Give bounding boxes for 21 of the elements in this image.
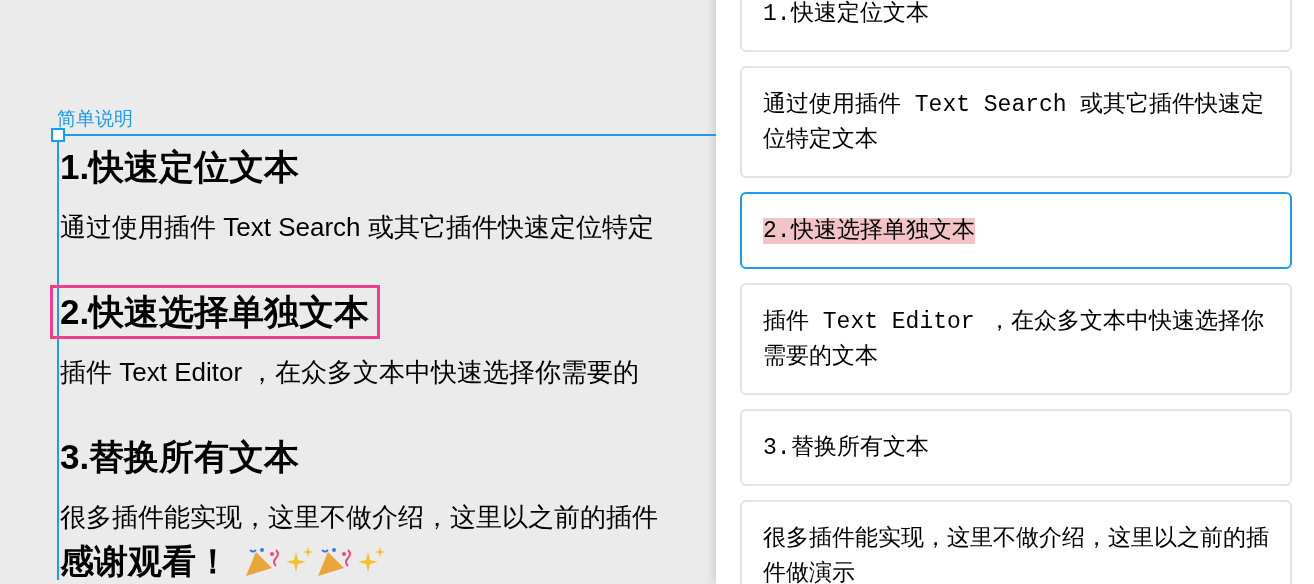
card-text: 通过使用插件 Text Search 或其它插件快速定位特定文本 [763,92,1265,153]
card-text: 很多插件能实现，这里不做介绍，这里以之前的插件做演示 [763,526,1269,584]
text-card[interactable]: 很多插件能实现，这里不做介绍，这里以之前的插件做演示 [740,500,1292,584]
heading-text: 3.替换所有文本 [60,436,300,478]
heading-text: 2.快速选择单独文本 [50,285,381,339]
text-card[interactable]: 2.快速选择单独文本 [740,192,1292,269]
closing-heading: 感谢观看！ [60,542,230,580]
text-card[interactable]: 通过使用插件 Text Search 或其它插件快速定位特定文本 [740,66,1292,178]
text-card[interactable]: 插件 Text Editor ，在众多文本中快速选择你需要的文本 [740,283,1292,395]
text-card[interactable]: 3.替换所有文本 [740,409,1292,486]
card-text: 1.快速定位文本 [763,1,929,27]
card-text: 3.替换所有文本 [763,435,929,461]
frame-label: 简单说明 [57,107,134,131]
body-text: 很多插件能实现，这里不做介绍，这里以之前的插件 [60,501,659,534]
card-text: 2.快速选择单独文本 [763,218,975,244]
card-text: 插件 Text Editor ，在众多文本中快速选择你需要的文本 [763,309,1265,370]
body-text: 通过使用插件 Text Search 或其它插件快速定位特定 [60,211,655,244]
heading-text: 1.快速定位文本 [60,146,300,188]
text-card[interactable]: 1.快速定位文本 [740,0,1292,52]
body-text: 插件 Text Editor ，在众多文本中快速选择你需要的 [60,356,641,389]
resize-handle[interactable] [51,128,65,142]
